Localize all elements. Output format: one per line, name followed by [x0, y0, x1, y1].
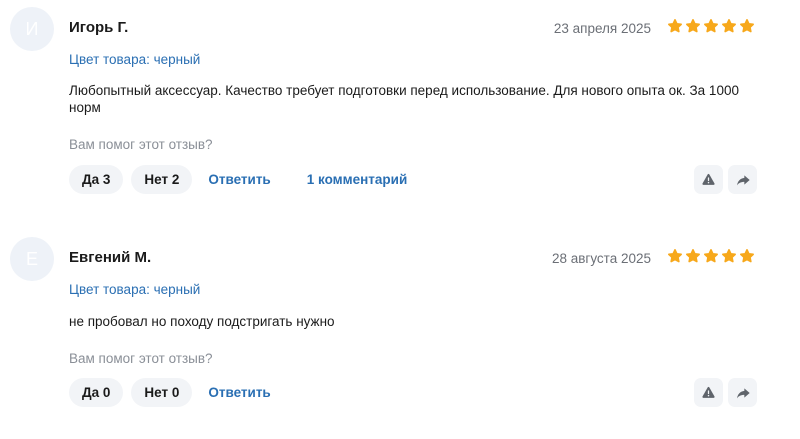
star-icon [668, 19, 682, 33]
star-icon [740, 19, 754, 33]
review-text: не пробовал но походу подстригать нужно [69, 314, 335, 329]
reply-link[interactable]: Ответить [208, 385, 270, 400]
star-icon [740, 249, 754, 263]
star-icon [686, 19, 700, 33]
helpful-no-button[interactable]: Нет 0 [131, 378, 193, 407]
report-button[interactable] [694, 378, 723, 407]
comments-link[interactable]: 1 комментарий [307, 172, 408, 187]
helpful-no-button[interactable]: Нет 2 [131, 165, 193, 194]
review-date: 23 апреля 2025 [553, 21, 651, 36]
warning-icon [702, 173, 715, 185]
reply-link[interactable]: Ответить [208, 172, 270, 187]
review-text: Любопытный аксессуар. Качество требует п… [69, 83, 739, 115]
review-author: Евгений М. [69, 249, 152, 266]
helpful-yes-button[interactable]: Да 3 [69, 165, 124, 194]
share-arrow-icon [736, 174, 750, 185]
review-actions: Да 3 Нет 2 Ответить 1 комментарий [69, 165, 435, 194]
avatar: Е [10, 237, 54, 281]
review-card: Е Евгений М. 28 августа 2025 Цвет товара… [0, 230, 800, 430]
share-button[interactable] [728, 165, 757, 194]
star-icon [704, 19, 718, 33]
star-icon [722, 249, 736, 263]
share-button[interactable] [728, 378, 757, 407]
review-date: 28 августа 2025 [551, 251, 651, 266]
product-color-link[interactable]: Цвет товара: черный [69, 52, 200, 67]
helpful-question: Вам помог этот отзыв? [69, 137, 213, 152]
product-color-link[interactable]: Цвет товара: черный [69, 282, 200, 297]
star-icon [722, 19, 736, 33]
star-icon [668, 249, 682, 263]
star-icon [686, 249, 700, 263]
review-author: Игорь Г. [69, 19, 129, 36]
review-actions: Да 0 Нет 0 Ответить [69, 378, 299, 407]
helpful-question: Вам помог этот отзыв? [69, 351, 213, 366]
warning-icon [702, 386, 715, 398]
star-rating [667, 248, 755, 264]
avatar: И [10, 7, 54, 51]
share-arrow-icon [736, 387, 750, 398]
helpful-yes-button[interactable]: Да 0 [69, 378, 124, 407]
star-rating [667, 18, 755, 34]
reviews-list: И Игорь Г. 23 апреля 2025 Цвет товара: ч… [0, 0, 800, 439]
report-button[interactable] [694, 165, 723, 194]
star-icon [704, 249, 718, 263]
review-card: И Игорь Г. 23 апреля 2025 Цвет товара: ч… [0, 0, 800, 200]
